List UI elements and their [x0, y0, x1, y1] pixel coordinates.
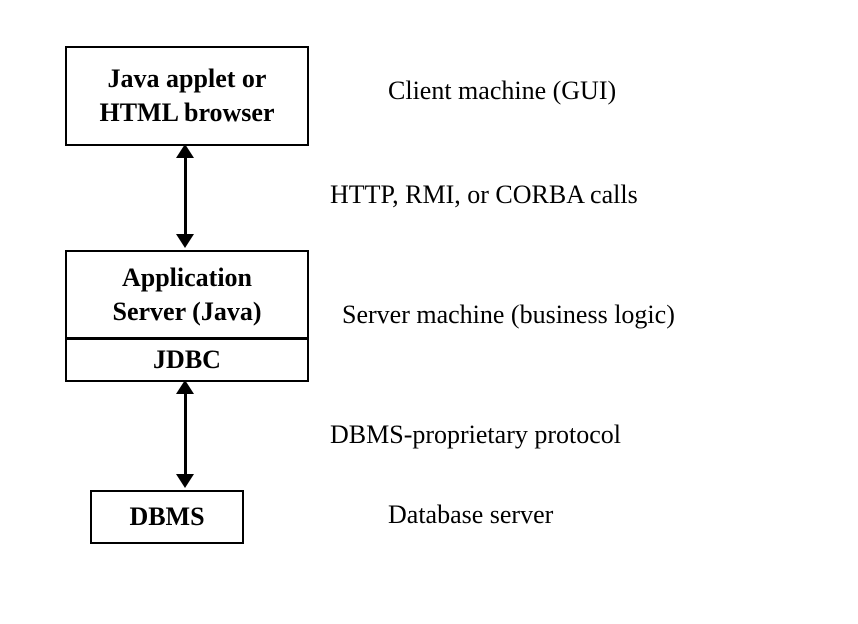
jdbc-label: JDBC: [153, 343, 221, 377]
architecture-diagram: Java applet or HTML browser Application …: [0, 0, 858, 624]
client-box-line2: HTML browser: [99, 96, 274, 130]
client-box-line1: Java applet or: [108, 62, 267, 96]
arrow-head-down-icon: [176, 474, 194, 488]
label-db-server: Database server: [388, 500, 553, 530]
appserver-upper: Application Server (Java): [67, 252, 307, 340]
label-server-machine: Server machine (business logic): [342, 300, 675, 330]
label-http-calls: HTTP, RMI, or CORBA calls: [330, 180, 638, 210]
arrow-shaft: [184, 158, 187, 234]
arrow-head-down-icon: [176, 234, 194, 248]
arrow-head-up-icon: [176, 380, 194, 394]
appserver-box: Application Server (Java) JDBC: [65, 250, 309, 382]
label-client-machine: Client machine (GUI): [388, 76, 616, 106]
arrow-shaft: [184, 394, 187, 474]
appserver-line2: Server (Java): [113, 295, 262, 329]
label-dbms-protocol: DBMS-proprietary protocol: [330, 420, 621, 450]
arrow-client-appserver: [175, 144, 195, 248]
dbms-box: DBMS: [90, 490, 244, 544]
dbms-label: DBMS: [129, 500, 204, 534]
appserver-line1: Application: [122, 261, 252, 295]
client-box: Java applet or HTML browser: [65, 46, 309, 146]
arrow-appserver-dbms: [175, 380, 195, 488]
appserver-jdbc: JDBC: [67, 340, 307, 380]
arrow-head-up-icon: [176, 144, 194, 158]
